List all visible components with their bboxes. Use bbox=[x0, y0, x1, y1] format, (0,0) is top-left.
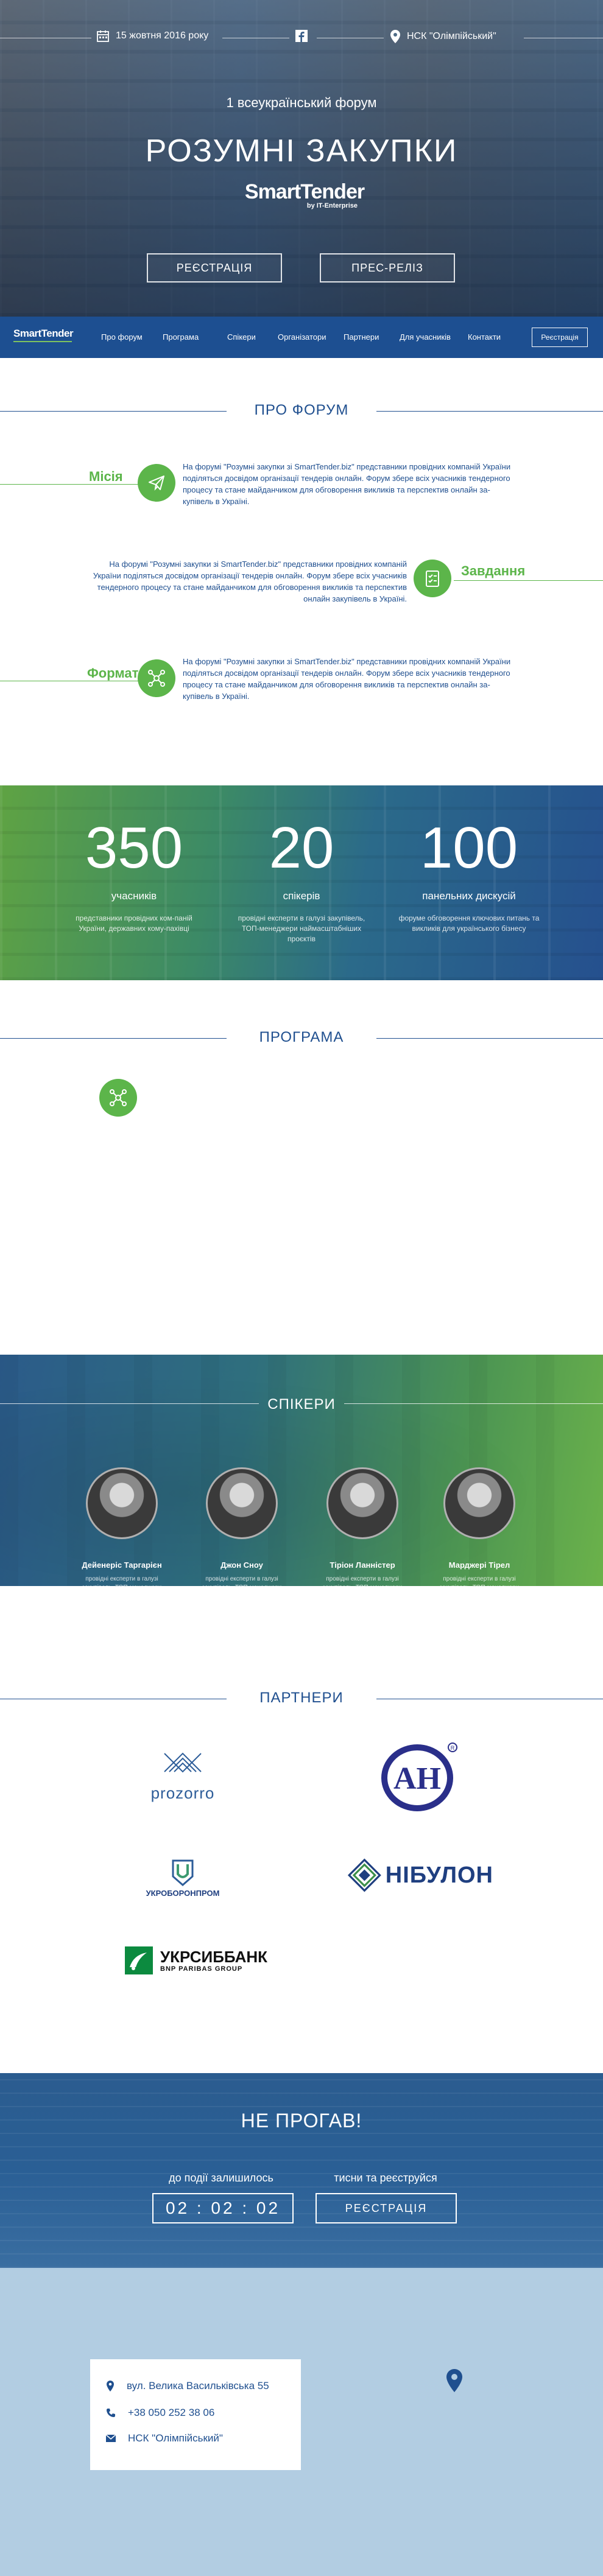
event-venue-text: НСК "Олімпійський" bbox=[407, 31, 496, 41]
partner-ukroboronprom-logo[interactable]: УКРОБОРОНПРОМ bbox=[140, 1851, 225, 1906]
speaker-desc: провідні експерти в галузі закупівель, Т… bbox=[82, 1576, 162, 1586]
partners-title: ПАРТНЕРИ bbox=[259, 1690, 344, 1706]
speaker-desc: провідні експерти в галузі закупівель, Т… bbox=[323, 1576, 403, 1586]
speakers-title: СПІКЕРИ bbox=[267, 1396, 336, 1413]
about-format-label: Формат bbox=[87, 665, 139, 681]
program-network-icon[interactable] bbox=[99, 1079, 137, 1117]
facebook-icon[interactable] bbox=[295, 29, 308, 43]
stat-speakers-number: 20 bbox=[269, 815, 334, 880]
hero-title: РОЗУМНІ ЗАКУПКИ bbox=[145, 133, 458, 169]
partner-nibulon-logo[interactable]: НІБУЛОН bbox=[347, 1848, 493, 1903]
countdown-section: НЕ ПРОГАВ! до події залишилось 02 : 02 :… bbox=[0, 2073, 603, 2268]
partner-ukrsibbank-logo[interactable]: УКРСИББАНК BNP PARIBAS GROUP bbox=[125, 1942, 277, 1979]
speaker-name: Тіріон Ланністер bbox=[330, 1560, 395, 1570]
calendar-icon bbox=[96, 29, 110, 43]
stat-participants-label: учасників bbox=[111, 890, 157, 902]
hero-register-button[interactable]: РЕЄСТРАЦІЯ bbox=[147, 253, 282, 283]
nav-register-button[interactable]: Реєстрація bbox=[532, 328, 588, 347]
about-tasks-text: На форумі "Розумні закупки зі SmartTende… bbox=[93, 560, 407, 603]
contact-address: вул. Велика Васильківська 55 bbox=[106, 2380, 269, 2392]
contact-section: вул. Велика Васильківська 55 +38 050 252… bbox=[0, 2268, 603, 2576]
stat-speakers-desc: провідні експерти в галузі закупівель, Т… bbox=[238, 914, 365, 943]
speaker-desc: провідні експерти в галузі закупівель, Т… bbox=[202, 1576, 282, 1586]
map-pin-icon bbox=[106, 2380, 115, 2392]
speaker-name: Марджері Тірел bbox=[448, 1560, 510, 1570]
event-venue: НСК "Олімпійський" bbox=[390, 29, 496, 44]
map-marker-icon[interactable] bbox=[446, 2368, 463, 2393]
nav-item-about[interactable]: Про форум bbox=[101, 332, 143, 342]
about-title: ПРО ФОРУМ bbox=[254, 402, 349, 418]
speaker-photo[interactable] bbox=[326, 1467, 398, 1539]
phone-icon bbox=[106, 2408, 116, 2418]
stat-participants-desc: представники провідних ком-паній України… bbox=[76, 914, 192, 933]
nav-item-partners[interactable]: Партнери bbox=[344, 332, 379, 342]
about-format-text: На форумі "Розумні закупки зі SmartTende… bbox=[183, 657, 511, 701]
partner-prozorro-logo[interactable]: prozorro bbox=[131, 1741, 234, 1808]
event-date-text: 15 жовтня 2016 року bbox=[116, 30, 209, 41]
program-title: ПРОГРАМА bbox=[259, 1029, 344, 1045]
about-tasks-label: Завдання bbox=[461, 563, 526, 578]
contact-venue: НСК "Олімпійський" bbox=[106, 2432, 223, 2444]
countdown-title: НЕ ПРОГАВ! bbox=[241, 2110, 362, 2132]
nav-item-speakers[interactable]: Спікери bbox=[227, 332, 256, 342]
mail-icon bbox=[106, 2435, 116, 2442]
speaker-name: Дейенеріс Таргарієн bbox=[82, 1560, 162, 1570]
svg-text:АН: АН bbox=[393, 1761, 441, 1796]
register-prompt-label: тисни та реєструйся bbox=[334, 2172, 437, 2184]
main-navigation: SmartTender Про форум Програма Спікери О… bbox=[0, 317, 603, 358]
network-icon bbox=[138, 659, 175, 697]
hero-press-release-button[interactable]: ПРЕС-РЕЛІЗ bbox=[320, 253, 455, 283]
contact-phone[interactable]: +38 050 252 38 06 bbox=[106, 2407, 214, 2419]
about-mission-text: На форумі "Розумні закупки зі SmartTende… bbox=[183, 462, 511, 506]
smarttender-logo: SmartTender by IT-Enterprise bbox=[244, 180, 365, 209]
about-mission-label: Місія bbox=[89, 469, 123, 484]
map-pin-icon bbox=[390, 29, 401, 44]
hero-subtitle: 1 всеукраїнський форум bbox=[226, 95, 377, 110]
countdown-label: до події залишилось bbox=[169, 2172, 273, 2184]
stat-panels-desc: форуме обговорення ключових питань та ви… bbox=[398, 914, 540, 933]
speaker-name: Джон Сноу bbox=[220, 1560, 263, 1570]
stat-panels-label: панельних дискусій bbox=[422, 890, 516, 902]
svg-text:R: R bbox=[451, 1745, 455, 1751]
paper-plane-icon bbox=[138, 464, 175, 502]
event-date: 15 жовтня 2016 року bbox=[96, 29, 208, 43]
countdown-timer: 02 : 02 : 02 bbox=[152, 2193, 294, 2223]
nav-logo[interactable]: SmartTender bbox=[13, 328, 74, 342]
speaker-desc: провідні експерти в галузі закупівель, Т… bbox=[440, 1576, 520, 1586]
speaker-photo[interactable] bbox=[206, 1467, 278, 1539]
stat-speakers-label: спікерів bbox=[283, 890, 320, 902]
nav-item-participants[interactable]: Для учасників bbox=[400, 332, 451, 342]
nav-item-organizers[interactable]: Організатори bbox=[278, 332, 326, 342]
speaker-photo[interactable] bbox=[86, 1467, 158, 1539]
speaker-photo[interactable] bbox=[443, 1467, 515, 1539]
speakers-section: СПІКЕРИ Дейенеріс Таргарієн провідні екс… bbox=[0, 1355, 603, 1586]
contact-card: вул. Велика Васильківська 55 +38 050 252… bbox=[90, 2359, 301, 2470]
nav-item-program[interactable]: Програма bbox=[163, 332, 199, 342]
hero-section: 15 жовтня 2016 року НСК "Олімпійський" 1… bbox=[0, 0, 603, 317]
stat-panels-number: 100 bbox=[420, 815, 518, 880]
stat-participants-number: 350 bbox=[85, 815, 183, 880]
checklist-icon bbox=[414, 560, 451, 597]
nav-item-contacts[interactable]: Контакти bbox=[468, 332, 501, 342]
stats-section: 350 учасників представники провідних ком… bbox=[0, 785, 603, 980]
partner-antonov-logo[interactable]: АН R bbox=[378, 1738, 463, 1814]
countdown-register-button[interactable]: РЕЄСТРАЦІЯ bbox=[316, 2193, 457, 2223]
